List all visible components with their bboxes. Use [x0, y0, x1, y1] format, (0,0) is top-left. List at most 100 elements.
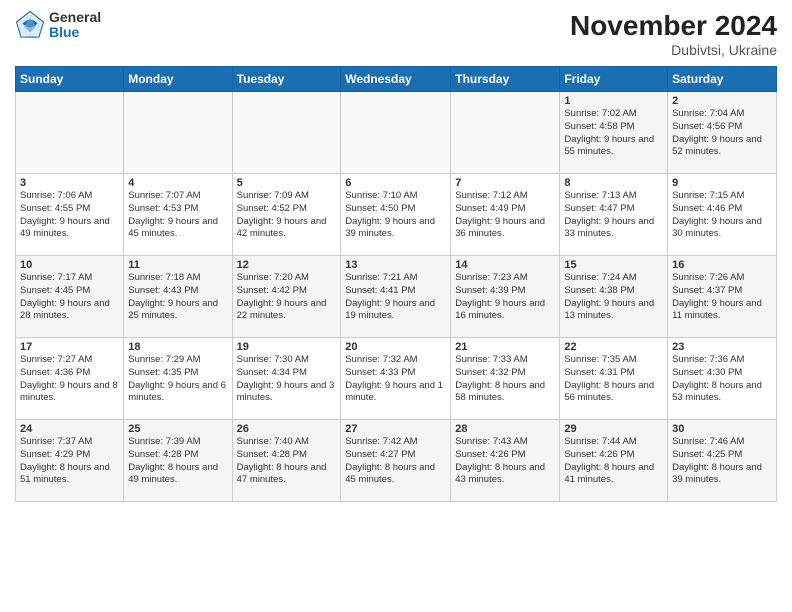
day-info: Sunrise: 7:13 AM Sunset: 4:47 PM Dayligh…: [564, 190, 663, 241]
day-info: Sunrise: 7:20 AM Sunset: 4:42 PM Dayligh…: [237, 272, 337, 323]
day-number: 1: [564, 95, 663, 107]
title-block: November 2024 Dubivtsi, Ukraine: [570, 10, 777, 58]
calendar-cell-3-3: 20Sunrise: 7:32 AM Sunset: 4:33 PM Dayli…: [341, 338, 451, 420]
calendar-cell-0-4: [451, 92, 560, 174]
calendar-cell-1-4: 7Sunrise: 7:12 AM Sunset: 4:49 PM Daylig…: [451, 174, 560, 256]
calendar-cell-0-0: [16, 92, 124, 174]
logo-text: General Blue: [49, 10, 101, 41]
day-info: Sunrise: 7:06 AM Sunset: 4:55 PM Dayligh…: [20, 190, 119, 241]
day-info: Sunrise: 7:17 AM Sunset: 4:45 PM Dayligh…: [20, 272, 119, 323]
calendar-container: General Blue November 2024 Dubivtsi, Ukr…: [0, 0, 792, 612]
day-info: Sunrise: 7:42 AM Sunset: 4:27 PM Dayligh…: [345, 436, 446, 487]
day-number: 3: [20, 177, 119, 189]
week-row-4: 24Sunrise: 7:37 AM Sunset: 4:29 PM Dayli…: [16, 420, 777, 502]
header-sunday: Sunday: [16, 67, 124, 92]
day-info: Sunrise: 7:30 AM Sunset: 4:34 PM Dayligh…: [237, 354, 337, 405]
calendar-table: Sunday Monday Tuesday Wednesday Thursday…: [15, 66, 777, 502]
calendar-cell-1-1: 4Sunrise: 7:07 AM Sunset: 4:53 PM Daylig…: [124, 174, 232, 256]
calendar-cell-3-4: 21Sunrise: 7:33 AM Sunset: 4:32 PM Dayli…: [451, 338, 560, 420]
day-info: Sunrise: 7:07 AM Sunset: 4:53 PM Dayligh…: [128, 190, 227, 241]
header-wednesday: Wednesday: [341, 67, 451, 92]
calendar-header-row: Sunday Monday Tuesday Wednesday Thursday…: [16, 67, 777, 92]
day-info: Sunrise: 7:21 AM Sunset: 4:41 PM Dayligh…: [345, 272, 446, 323]
header: General Blue November 2024 Dubivtsi, Ukr…: [15, 10, 777, 58]
day-number: 25: [128, 423, 227, 435]
calendar-cell-3-5: 22Sunrise: 7:35 AM Sunset: 4:31 PM Dayli…: [560, 338, 668, 420]
calendar-cell-3-1: 18Sunrise: 7:29 AM Sunset: 4:35 PM Dayli…: [124, 338, 232, 420]
calendar-cell-0-2: [232, 92, 341, 174]
calendar-cell-3-0: 17Sunrise: 7:27 AM Sunset: 4:36 PM Dayli…: [16, 338, 124, 420]
calendar-cell-4-1: 25Sunrise: 7:39 AM Sunset: 4:28 PM Dayli…: [124, 420, 232, 502]
day-info: Sunrise: 7:23 AM Sunset: 4:39 PM Dayligh…: [455, 272, 555, 323]
calendar-cell-1-5: 8Sunrise: 7:13 AM Sunset: 4:47 PM Daylig…: [560, 174, 668, 256]
calendar-cell-4-6: 30Sunrise: 7:46 AM Sunset: 4:25 PM Dayli…: [668, 420, 777, 502]
calendar-cell-2-3: 13Sunrise: 7:21 AM Sunset: 4:41 PM Dayli…: [341, 256, 451, 338]
calendar-cell-4-5: 29Sunrise: 7:44 AM Sunset: 4:26 PM Dayli…: [560, 420, 668, 502]
calendar-cell-3-6: 23Sunrise: 7:36 AM Sunset: 4:30 PM Dayli…: [668, 338, 777, 420]
week-row-0: 1Sunrise: 7:02 AM Sunset: 4:58 PM Daylig…: [16, 92, 777, 174]
day-info: Sunrise: 7:33 AM Sunset: 4:32 PM Dayligh…: [455, 354, 555, 405]
day-number: 21: [455, 341, 555, 353]
calendar-cell-2-6: 16Sunrise: 7:26 AM Sunset: 4:37 PM Dayli…: [668, 256, 777, 338]
day-info: Sunrise: 7:24 AM Sunset: 4:38 PM Dayligh…: [564, 272, 663, 323]
day-number: 27: [345, 423, 446, 435]
day-number: 12: [237, 259, 337, 271]
calendar-cell-0-1: [124, 92, 232, 174]
calendar-cell-4-4: 28Sunrise: 7:43 AM Sunset: 4:26 PM Dayli…: [451, 420, 560, 502]
day-number: 2: [672, 95, 772, 107]
day-number: 8: [564, 177, 663, 189]
logo-icon: [15, 10, 45, 40]
day-number: 26: [237, 423, 337, 435]
calendar-cell-3-2: 19Sunrise: 7:30 AM Sunset: 4:34 PM Dayli…: [232, 338, 341, 420]
day-number: 5: [237, 177, 337, 189]
day-number: 16: [672, 259, 772, 271]
day-info: Sunrise: 7:10 AM Sunset: 4:50 PM Dayligh…: [345, 190, 446, 241]
location: Dubivtsi, Ukraine: [570, 42, 777, 58]
week-row-3: 17Sunrise: 7:27 AM Sunset: 4:36 PM Dayli…: [16, 338, 777, 420]
day-info: Sunrise: 7:43 AM Sunset: 4:26 PM Dayligh…: [455, 436, 555, 487]
week-row-1: 3Sunrise: 7:06 AM Sunset: 4:55 PM Daylig…: [16, 174, 777, 256]
calendar-cell-1-2: 5Sunrise: 7:09 AM Sunset: 4:52 PM Daylig…: [232, 174, 341, 256]
day-info: Sunrise: 7:36 AM Sunset: 4:30 PM Dayligh…: [672, 354, 772, 405]
day-info: Sunrise: 7:35 AM Sunset: 4:31 PM Dayligh…: [564, 354, 663, 405]
header-thursday: Thursday: [451, 67, 560, 92]
logo-blue: Blue: [49, 25, 101, 40]
calendar-cell-0-3: [341, 92, 451, 174]
calendar-cell-2-2: 12Sunrise: 7:20 AM Sunset: 4:42 PM Dayli…: [232, 256, 341, 338]
day-info: Sunrise: 7:32 AM Sunset: 4:33 PM Dayligh…: [345, 354, 446, 405]
day-number: 23: [672, 341, 772, 353]
day-info: Sunrise: 7:04 AM Sunset: 4:56 PM Dayligh…: [672, 108, 772, 159]
logo: General Blue: [15, 10, 101, 41]
calendar-cell-1-3: 6Sunrise: 7:10 AM Sunset: 4:50 PM Daylig…: [341, 174, 451, 256]
day-number: 18: [128, 341, 227, 353]
calendar-cell-0-6: 2Sunrise: 7:04 AM Sunset: 4:56 PM Daylig…: [668, 92, 777, 174]
day-number: 9: [672, 177, 772, 189]
day-info: Sunrise: 7:44 AM Sunset: 4:26 PM Dayligh…: [564, 436, 663, 487]
day-info: Sunrise: 7:02 AM Sunset: 4:58 PM Dayligh…: [564, 108, 663, 159]
day-number: 4: [128, 177, 227, 189]
header-tuesday: Tuesday: [232, 67, 341, 92]
day-number: 22: [564, 341, 663, 353]
day-info: Sunrise: 7:18 AM Sunset: 4:43 PM Dayligh…: [128, 272, 227, 323]
logo-general: General: [49, 10, 101, 25]
calendar-cell-2-0: 10Sunrise: 7:17 AM Sunset: 4:45 PM Dayli…: [16, 256, 124, 338]
header-saturday: Saturday: [668, 67, 777, 92]
day-info: Sunrise: 7:40 AM Sunset: 4:28 PM Dayligh…: [237, 436, 337, 487]
header-friday: Friday: [560, 67, 668, 92]
day-number: 15: [564, 259, 663, 271]
header-monday: Monday: [124, 67, 232, 92]
day-info: Sunrise: 7:26 AM Sunset: 4:37 PM Dayligh…: [672, 272, 772, 323]
day-info: Sunrise: 7:27 AM Sunset: 4:36 PM Dayligh…: [20, 354, 119, 405]
day-number: 19: [237, 341, 337, 353]
calendar-cell-1-6: 9Sunrise: 7:15 AM Sunset: 4:46 PM Daylig…: [668, 174, 777, 256]
day-info: Sunrise: 7:46 AM Sunset: 4:25 PM Dayligh…: [672, 436, 772, 487]
day-number: 30: [672, 423, 772, 435]
day-number: 28: [455, 423, 555, 435]
calendar-cell-1-0: 3Sunrise: 7:06 AM Sunset: 4:55 PM Daylig…: [16, 174, 124, 256]
month-title: November 2024: [570, 10, 777, 42]
day-number: 20: [345, 341, 446, 353]
day-number: 17: [20, 341, 119, 353]
calendar-cell-4-2: 26Sunrise: 7:40 AM Sunset: 4:28 PM Dayli…: [232, 420, 341, 502]
calendar-cell-2-4: 14Sunrise: 7:23 AM Sunset: 4:39 PM Dayli…: [451, 256, 560, 338]
day-number: 29: [564, 423, 663, 435]
